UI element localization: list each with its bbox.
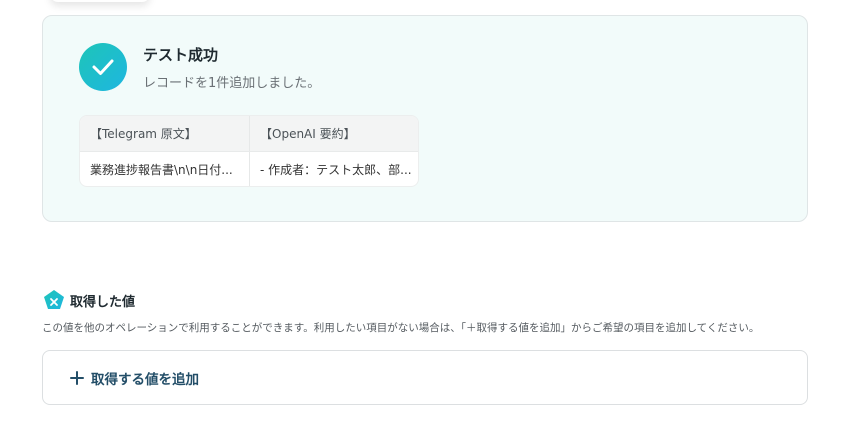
result-table: 【Telegram 原文】 【OpenAI 要約】 業務進捗報告書\n\n日付.… xyxy=(79,115,419,187)
table-row: 業務進捗報告書\n\n日付... - 作成者：テスト太郎、部... xyxy=(80,152,418,186)
add-acquired-value-box: 取得する値を追加 xyxy=(42,350,808,405)
table-header-openai: 【OpenAI 要約】 xyxy=(249,116,418,151)
previous-panel-shadow xyxy=(50,0,150,2)
success-check-icon xyxy=(79,43,127,91)
table-cell-telegram: 業務進捗報告書\n\n日付... xyxy=(90,163,233,177)
table-cell-openai: - 作成者：テスト太郎、部... xyxy=(249,152,418,186)
success-subtitle: レコードを1件追加しました。 xyxy=(143,76,321,91)
add-acquired-value-label: 取得する値を追加 xyxy=(91,372,199,388)
success-title: テスト成功 xyxy=(143,46,219,64)
add-acquired-value-button[interactable]: 取得する値を追加 xyxy=(69,368,199,388)
table-header-row: 【Telegram 原文】 【OpenAI 要約】 xyxy=(80,116,418,152)
acquired-values-description: この値を他のオペレーションで利用することができます。利用したい項目がない場合は、… xyxy=(42,322,760,334)
acquired-value-icon xyxy=(44,290,64,309)
plus-icon xyxy=(70,371,84,385)
test-success-card: テスト成功 レコードを1件追加しました。 【Telegram 原文】 【Open… xyxy=(42,15,808,222)
acquired-values-title: 取得した値 xyxy=(70,295,136,310)
table-header-telegram: 【Telegram 原文】 xyxy=(90,127,197,141)
